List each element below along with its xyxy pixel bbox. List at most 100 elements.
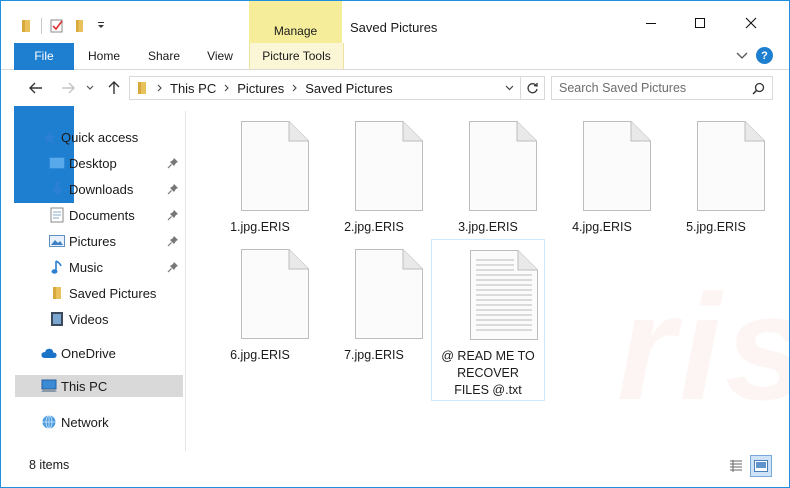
desktop-folder-icon (49, 155, 65, 171)
breadcrumb-separator-icon[interactable] (155, 84, 165, 92)
blank-file-icon (355, 249, 423, 339)
sidebar-item-quick-access[interactable]: Quick access (1, 126, 185, 148)
back-button[interactable] (25, 77, 47, 99)
details-view-button[interactable] (725, 455, 747, 477)
recent-locations-chevron-icon[interactable] (83, 77, 97, 99)
sidebar-item-label: Quick access (61, 129, 139, 145)
blank-file-icon (241, 121, 309, 211)
file-item[interactable]: 6.jpg.ERIS (203, 239, 317, 399)
search-icon[interactable] (752, 82, 765, 95)
blank-file-icon (583, 121, 651, 211)
properties-icon[interactable] (46, 15, 68, 37)
navigation-pane: Quick access Desktop Downloads Documents… (1, 111, 186, 451)
file-name: 7.jpg.ERIS (344, 348, 404, 362)
refresh-button[interactable] (521, 76, 545, 100)
quick-access-toolbar (15, 15, 112, 37)
help-icon[interactable]: ? (756, 47, 773, 64)
blank-file-icon (697, 121, 765, 211)
file-item[interactable]: 4.jpg.ERIS (545, 111, 659, 271)
tab-view[interactable]: View (199, 43, 241, 69)
minimize-button[interactable] (628, 9, 674, 37)
status-bar: 8 items (1, 451, 789, 487)
sidebar-item-label: Network (61, 414, 109, 430)
breadcrumb-separator-icon[interactable] (290, 84, 300, 92)
tab-share[interactable]: Share (141, 43, 187, 69)
pin-icon[interactable] (167, 261, 179, 273)
watermark-text: risk.com (617, 263, 789, 431)
expand-ribbon-chevron-icon[interactable] (734, 48, 750, 64)
sidebar-item-label: Pictures (69, 233, 116, 249)
breadcrumb-saved-pictures[interactable]: Saved Pictures (305, 81, 392, 96)
sidebar-item-label: Music (69, 259, 103, 275)
file-name: 4.jpg.ERIS (572, 220, 632, 234)
sidebar-item-label: Downloads (69, 181, 134, 197)
blank-file-icon (469, 121, 537, 211)
tab-picture-tools[interactable]: Picture Tools (249, 43, 344, 69)
tab-home[interactable]: Home (81, 43, 127, 69)
download-arrow-icon (49, 181, 65, 197)
file-name: 6.jpg.ERIS (230, 348, 290, 362)
sidebar-item-saved-pictures[interactable]: Saved Pictures (1, 282, 185, 304)
videos-icon (49, 311, 65, 327)
folder-icon (135, 81, 149, 95)
pin-icon[interactable] (167, 209, 179, 221)
new-folder-icon[interactable] (68, 15, 90, 37)
text-file-icon (470, 250, 538, 340)
pictures-icon (49, 233, 65, 249)
close-button[interactable] (728, 9, 774, 37)
search-input[interactable] (557, 77, 751, 99)
sidebar-item-onedrive[interactable]: OneDrive (1, 342, 185, 364)
computer-icon (41, 378, 57, 394)
star-icon (41, 129, 57, 145)
address-history-chevron-icon[interactable] (505, 85, 514, 91)
maximize-button[interactable] (677, 9, 723, 37)
sidebar-item-label: Desktop (69, 155, 117, 171)
address-bar[interactable]: This PC Pictures Saved Pictures (129, 76, 521, 100)
large-icons-view-button[interactable] (750, 455, 772, 477)
file-name: 2.jpg.ERIS (344, 220, 404, 234)
navigation-bar: This PC Pictures Saved Pictures (1, 70, 789, 106)
sidebar-item-pictures[interactable]: Pictures (1, 230, 185, 252)
pin-icon[interactable] (167, 235, 179, 247)
breadcrumb-separator-icon[interactable] (222, 84, 232, 92)
sidebar-item-desktop[interactable]: Desktop (1, 152, 185, 174)
sidebar-item-this-pc[interactable]: This PC (15, 375, 183, 397)
music-note-icon (49, 259, 65, 275)
pin-icon[interactable] (167, 157, 179, 169)
sidebar-item-label: This PC (61, 378, 108, 394)
file-item-ransom-note[interactable]: @ READ ME TO RECOVER FILES @.txt (431, 239, 545, 401)
documents-icon (49, 207, 65, 223)
forward-button[interactable] (57, 77, 79, 99)
file-item[interactable]: 7.jpg.ERIS (317, 239, 431, 399)
file-name: 3.jpg.ERIS (458, 220, 518, 234)
search-box[interactable] (551, 76, 773, 100)
toolbar-divider (41, 18, 42, 34)
window-title: Saved Pictures (350, 20, 438, 35)
breadcrumb-pictures[interactable]: Pictures (237, 81, 284, 96)
pin-icon[interactable] (167, 183, 179, 195)
sidebar-item-label: OneDrive (61, 345, 116, 361)
blank-file-icon (355, 121, 423, 211)
sidebar-item-videos[interactable]: Videos (1, 308, 185, 330)
file-item[interactable]: 5.jpg.ERIS (659, 111, 773, 271)
sidebar-item-documents[interactable]: Documents (1, 204, 185, 226)
manage-label: Manage (273, 24, 318, 38)
sidebar-item-music[interactable]: Music (1, 256, 185, 278)
sidebar-item-label: Documents (69, 207, 135, 223)
folder-icon (49, 285, 65, 301)
title-bar: Manage Saved Pictures (1, 1, 789, 43)
customize-toolbar-chevron-icon[interactable] (90, 15, 112, 37)
sidebar-item-label: Saved Pictures (69, 285, 157, 301)
ribbon-tabs: File Home Share View Picture Tools ? (1, 43, 789, 203)
sidebar-item-downloads[interactable]: Downloads (1, 178, 185, 200)
sidebar-item-network[interactable]: Network (1, 411, 185, 433)
up-button[interactable] (103, 77, 125, 99)
explorer-window: Manage Saved Pictures File Home Share Vi… (0, 0, 790, 488)
cloud-icon (41, 345, 57, 361)
network-icon (41, 414, 57, 430)
breadcrumb-this-pc[interactable]: This PC (170, 81, 216, 96)
file-list: risk.com 1.jpg.ERIS 2.jpg.ERIS 3.jpg.ERI… (187, 111, 789, 451)
item-count: 8 items (29, 458, 70, 472)
manage-tab[interactable]: Manage (249, 1, 342, 43)
folder-icon[interactable] (15, 15, 37, 37)
